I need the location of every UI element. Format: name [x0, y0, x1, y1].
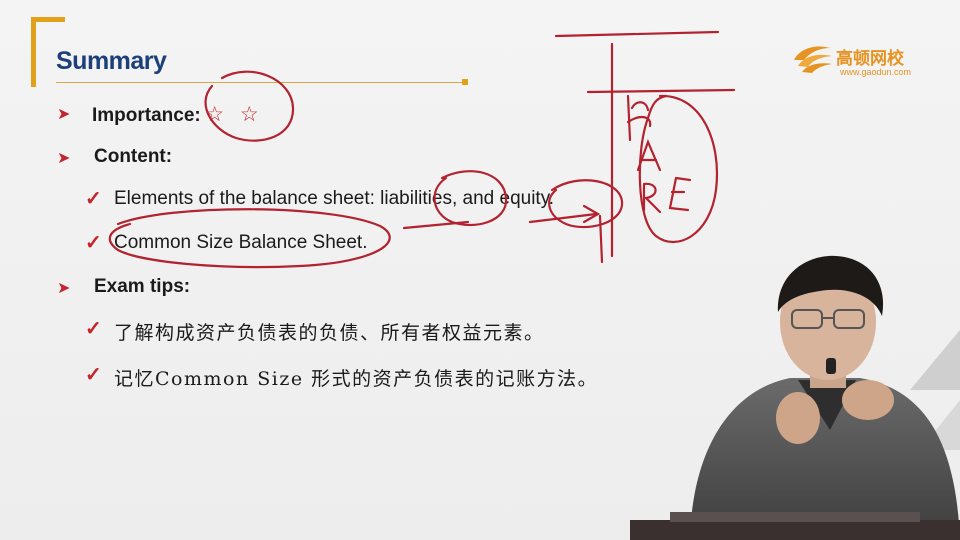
bullet-content: Content:	[94, 146, 172, 168]
check-bullet-icon: ✓	[85, 318, 102, 340]
gaodun-logo-icon	[794, 46, 832, 73]
title-divider	[56, 82, 464, 83]
check-bullet-icon: ✓	[85, 188, 102, 210]
importance-label: Importance:	[92, 105, 201, 126]
exam-tip-item: 了解构成资产负债表的负债、所有者权益元素。	[114, 322, 545, 344]
content-item: Elements of the balance sheet: liabiliti…	[114, 188, 555, 209]
content-item: Common Size Balance Sheet.	[114, 232, 368, 253]
content-label: Content:	[94, 146, 173, 167]
logo-chinese-name: 高顿网校	[836, 49, 904, 69]
arrow-bullet-icon: ➤	[57, 280, 71, 297]
logo-url: www.gaodun.com	[840, 67, 912, 77]
gaodun-logo: 高顿网校 www.gaodun.com	[790, 40, 930, 80]
star-icon: ☆ ☆	[205, 103, 264, 126]
arrow-bullet-icon: ➤	[57, 106, 71, 123]
bullet-exam-tips: Exam tips:	[94, 276, 190, 298]
exam-tip-item: 记忆Common Size 形式的资产负债表的记账方法。	[114, 368, 599, 390]
bullet-importance: Importance: ☆ ☆	[92, 102, 264, 127]
exam-tips-label: Exam tips:	[94, 276, 191, 297]
check-bullet-icon: ✓	[85, 232, 102, 254]
arrow-bullet-icon: ➤	[57, 150, 71, 167]
presenter-video	[630, 255, 960, 540]
slide-title: Summary	[56, 47, 167, 75]
check-bullet-icon: ✓	[85, 364, 102, 386]
divider-end-marker	[462, 79, 468, 85]
